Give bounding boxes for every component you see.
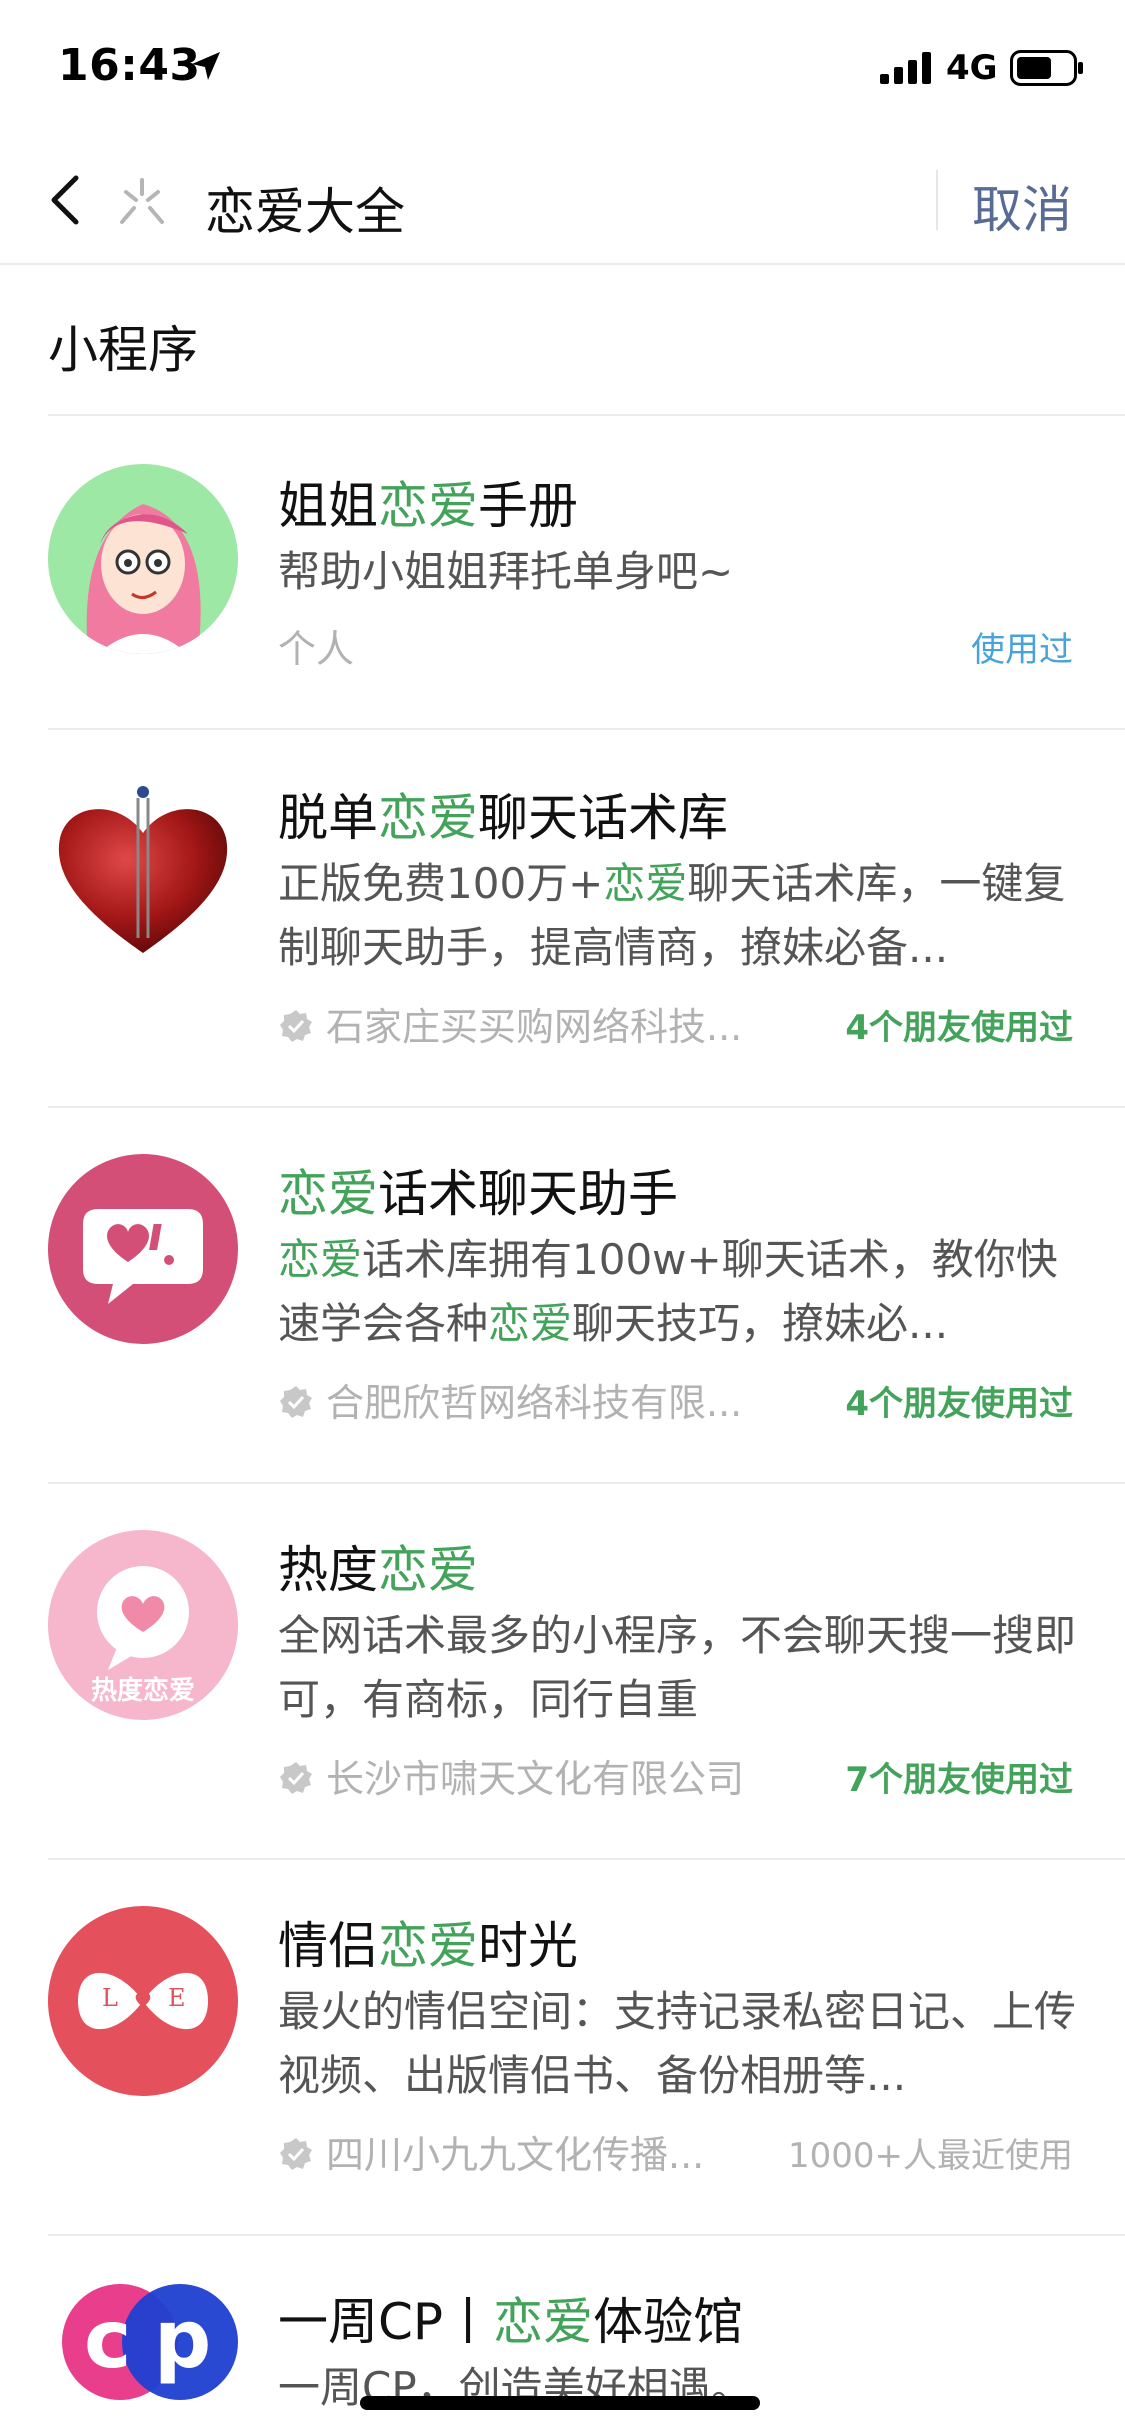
mini-program-logo [48,1154,238,1344]
item-description: 恋爱话术库拥有100w+聊天话术，教你快速学会各种恋爱聊天技巧，撩妹必... [278,1235,1058,1348]
usage-badge: 使用过 [971,630,1073,670]
verified-icon [280,1762,312,1794]
mini-program-logo [48,464,238,654]
item-owner: 合肥欣哲网络科技有限... [278,1372,742,1427]
divider [48,728,1125,730]
item-owner: 石家庄买买购网络科技... [278,996,742,1051]
logo-letter: c [84,2293,132,2386]
logo-letter: L [102,1984,118,2012]
item-description: 正版免费100万+恋爱聊天话术库，一键复制聊天助手，提高情商，撩妹必备... [278,859,1066,972]
item-title: 一周CP丨恋爱体验馆 [278,2293,744,2351]
item-title: 恋爱话术聊天助手 [278,1165,678,1223]
verified-icon [280,1386,312,1418]
item-description: 一周CP，创造美好相遇。 [278,2363,753,2412]
status-bar: 16:43 4G [0,0,1125,140]
status-time: 16:43 [58,40,201,91]
usage-badge: 4个朋友使用过 [845,1384,1073,1424]
loading-spinner-icon [120,178,164,224]
divider [936,170,938,230]
verified-icon [280,1010,312,1042]
list-item[interactable]: 姐姐恋爱手册 帮助小姐姐拜托单身吧~ 个人 使用过 [0,420,1125,730]
usage-badge: 1000+人最近使用 [787,2136,1073,2176]
logo-letter: p [154,2293,212,2386]
mini-program-logo [48,778,238,968]
location-arrow-icon [192,52,220,80]
search-input[interactable]: 恋爱大全 [205,172,405,244]
item-title: 情侣恋爱时光 [278,1917,578,1975]
search-bar: 恋爱大全 取消 [0,140,1125,265]
cartoon-girl-icon [86,504,201,654]
section-title: 小程序 [48,321,198,379]
item-description: 全网话术最多的小程序，不会聊天搜一搜即可，有商标，同行自重 [278,1611,1077,1724]
usage-badge: 4个朋友使用过 [845,1008,1073,1048]
chat-heart-icon [83,1209,203,1304]
heart-icon [58,786,228,953]
divider [48,414,1125,416]
logo-letter: E [168,1984,186,2012]
bow-icon [78,1972,208,2030]
network-type: 4G [946,48,998,88]
item-owner: 个人 [278,627,355,671]
home-indicator[interactable] [360,2396,760,2410]
item-title: 热度恋爱 [278,1541,478,1599]
mini-program-logo: L E [48,1906,238,2096]
item-owner: 四川小九九文化传播... [278,2124,704,2179]
verified-icon [280,2138,312,2170]
list-item[interactable]: L E 情侣恋爱时光 最火的情侣空间：支持记录私密日记、上传视频、出版情侣书、备… [0,1860,1125,2236]
item-title: 脱单恋爱聊天话术库 [278,789,728,847]
item-title: 姐姐恋爱手册 [278,477,578,535]
item-owner: 长沙市啸天文化有限公司 [278,1748,744,1803]
logo-text: 热度恋爱 [90,1676,195,1706]
mini-program-logo: c p [60,2282,240,2402]
mini-program-logo: 热度恋爱 [48,1530,238,1720]
list-item[interactable]: 恋爱话术聊天助手 恋爱话术库拥有100w+聊天话术，教你快速学会各种恋爱聊天技巧… [0,1108,1125,1484]
list-item[interactable]: 脱单恋爱聊天话术库 正版免费100万+恋爱聊天话术库，一键复制聊天助手，提高情商… [0,732,1125,1108]
item-description: 帮助小姐姐拜托单身吧~ [278,547,734,596]
battery-icon [1010,50,1083,86]
back-chevron-icon[interactable] [40,170,90,230]
item-description: 最火的情侣空间：支持记录私密日记、上传视频、出版情侣书、备份相册等... [278,1987,1077,2100]
usage-badge: 7个朋友使用过 [845,1760,1073,1800]
list-item[interactable]: 热度恋爱 热度恋爱 全网话术最多的小程序，不会聊天搜一搜即可，有商标，同行自重 … [0,1484,1125,1860]
cancel-button[interactable]: 取消 [972,170,1072,242]
signal-icon [880,52,931,84]
